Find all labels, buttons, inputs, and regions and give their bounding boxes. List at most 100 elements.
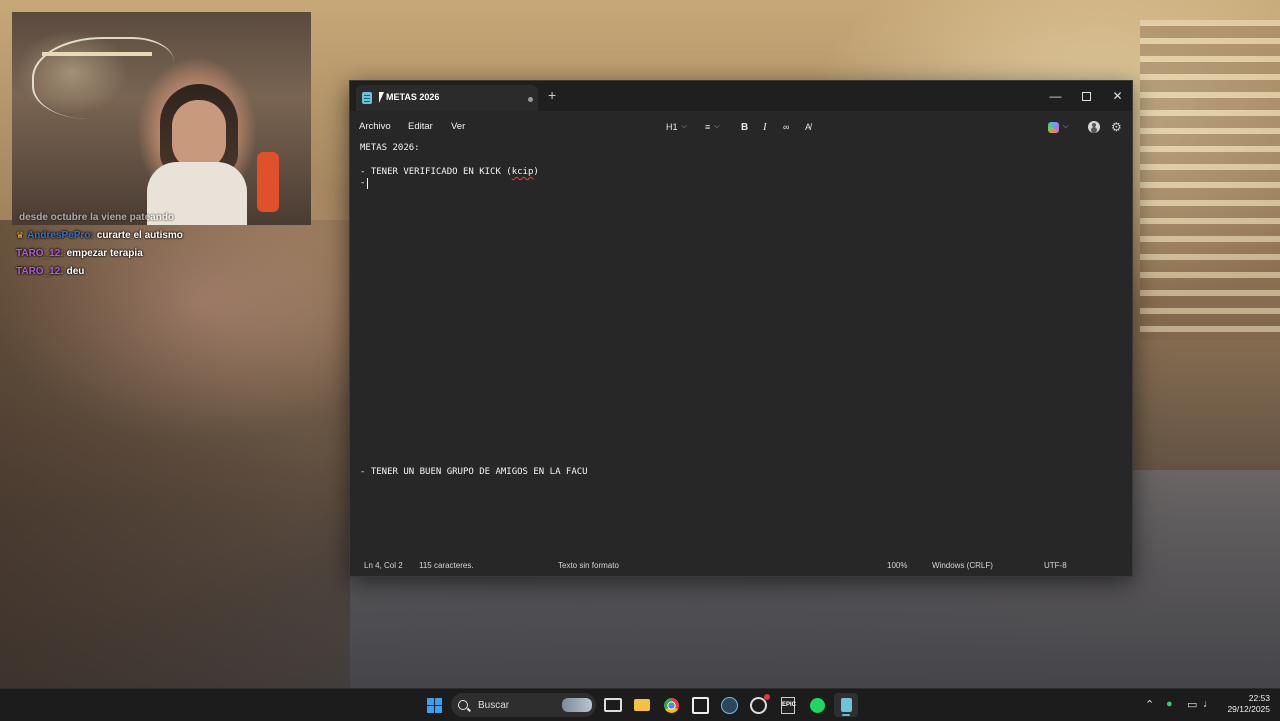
italic-icon: I	[763, 121, 767, 133]
close-icon: ✕	[1112, 89, 1123, 103]
chat-username: TARO_12:	[16, 247, 64, 259]
chevron-down-icon: ⌵	[714, 123, 720, 130]
chat-text: deu	[66, 265, 85, 277]
account-button[interactable]	[1088, 117, 1100, 137]
title-bar[interactable]: METAS 2026 + — ✕	[350, 81, 1132, 111]
task-view-icon	[604, 698, 622, 712]
network-icon[interactable]: ▭	[1187, 698, 1197, 711]
editor-text: )	[533, 167, 539, 177]
recorder-icon	[749, 693, 770, 714]
list-dropdown[interactable]: ≡ ⌵	[705, 117, 720, 137]
maximize-icon	[1082, 91, 1091, 101]
chat-message: TARO_12: deu	[16, 262, 336, 280]
file-explorer-icon	[634, 699, 650, 711]
spotify-icon	[809, 697, 825, 713]
format-mode[interactable]: Texto sin formato	[558, 561, 619, 570]
start-button[interactable]	[422, 693, 446, 717]
webcam-overlay	[12, 12, 311, 225]
chat-text: curarte el autismo	[96, 229, 183, 241]
clock-time: 22:53	[1248, 693, 1270, 703]
italic-button[interactable]: I	[763, 117, 767, 137]
misspelled-word[interactable]: kcip	[512, 167, 534, 177]
editor-line: -	[360, 178, 366, 188]
menu-ver[interactable]: Ver	[451, 121, 465, 132]
cursor-position[interactable]: Ln 4, Col 2	[364, 561, 403, 570]
search-placeholder: Buscar	[478, 699, 510, 711]
copilot-dropdown[interactable]: ⌵	[1048, 117, 1068, 137]
recorder-button[interactable]	[746, 693, 770, 717]
volume-icon[interactable]: ♩	[1203, 698, 1214, 710]
menu-archivo[interactable]: Archivo	[359, 121, 391, 132]
text-caret	[367, 178, 368, 189]
tab-title: METAS 2026	[386, 92, 440, 102]
gear-icon: ⚙	[1111, 120, 1122, 134]
search-highlight-image	[562, 698, 592, 712]
chat-username: AndresPePro:	[27, 229, 94, 241]
close-button[interactable]: ✕	[1102, 81, 1133, 111]
bold-icon: B	[741, 121, 749, 133]
taskbar-search[interactable]: Buscar	[451, 693, 596, 717]
chevron-down-icon: ⌵	[681, 123, 687, 130]
start-icon	[426, 697, 442, 713]
tray-overflow-chevron-icon[interactable]: ⌃	[1145, 698, 1154, 711]
menu-editar[interactable]: Editar	[408, 121, 433, 132]
streamer-face	[172, 100, 226, 170]
chat-username: TARO_12:	[16, 265, 64, 277]
chevron-down-icon: ⌵	[1063, 123, 1069, 130]
chat-message: TARO_12: empezar terapia	[16, 244, 336, 262]
steam-icon	[720, 696, 738, 714]
notepad-icon	[840, 698, 852, 712]
notepad-taskbar-button[interactable]	[834, 693, 858, 717]
settings-button[interactable]: ⚙	[1111, 117, 1122, 137]
fairy-lights	[32, 37, 174, 119]
menu-bar: Archivo Editar Ver H1 ⌵ ≡ ⌵ B I ∞ A̸ ⌵ ⚙	[350, 111, 1132, 143]
crown-badge-icon: ♛	[16, 229, 25, 240]
editor-line: - TENER VERIFICADO EN KICK (kcip)	[360, 167, 539, 177]
notepad-window: METAS 2026 + — ✕ Archivo Editar Ver H1 ⌵…	[349, 80, 1133, 577]
chat-message: desde octubre la viene pateando	[16, 208, 336, 226]
clear-formatting-button[interactable]: A̸	[805, 117, 811, 137]
line-endings[interactable]: Windows (CRLF)	[932, 561, 993, 570]
encoding[interactable]: UTF-8	[1044, 561, 1067, 570]
epic-games-button[interactable]: EPIC	[776, 693, 800, 717]
heading-label: H1	[666, 122, 678, 132]
maximize-button[interactable]	[1071, 81, 1102, 111]
chat-text: empezar terapia	[66, 247, 143, 259]
heading-dropdown[interactable]: H1 ⌵	[666, 117, 687, 137]
clock-date: 29/12/2025	[1227, 704, 1270, 714]
editor-line: METAS 2026:	[360, 143, 420, 153]
microphone-icon[interactable]: ●	[1166, 698, 1173, 710]
search-icon	[458, 700, 468, 710]
editor-text: - TENER VERIFICADO EN KICK (	[360, 167, 512, 177]
status-bar: Ln 4, Col 2 115 caracteres. Texto sin fo…	[350, 555, 1132, 576]
task-view-button[interactable]	[601, 693, 625, 717]
link-icon: ∞	[783, 122, 790, 132]
capcut-icon	[691, 696, 709, 714]
chrome-button[interactable]	[659, 693, 683, 717]
spotify-button[interactable]	[805, 693, 829, 717]
chat-message: ♛ AndresPePro: curarte el autismo	[16, 226, 336, 244]
chat-overlay: desde octubre la viene pateando ♛ Andres…	[16, 212, 336, 280]
microphone	[257, 152, 279, 212]
new-tab-button[interactable]: +	[548, 88, 556, 102]
link-button[interactable]: ∞	[783, 117, 789, 137]
capcut-button[interactable]	[688, 693, 712, 717]
system-clock[interactable]: 22:53 29/12/2025	[1222, 693, 1270, 715]
epic-games-icon: EPIC	[781, 696, 796, 714]
minimize-button[interactable]: —	[1040, 81, 1071, 111]
notepad-app-icon	[362, 92, 372, 104]
editor-line: - TENER UN BUEN GRUPO DE AMIGOS EN LA FA…	[360, 467, 588, 477]
wall-shelf	[42, 52, 152, 56]
file-explorer-button[interactable]	[630, 693, 654, 717]
list-icon: ≡	[705, 122, 711, 132]
taskbar: Buscar EPIC ⌃ ● ▭ ♩ 22:53 29/12/2025	[0, 688, 1280, 721]
mouse-pointer-icon	[379, 92, 384, 103]
unsaved-dot-icon[interactable]	[528, 97, 533, 102]
bold-button[interactable]: B	[741, 117, 748, 137]
zoom-level[interactable]: 100%	[887, 561, 907, 570]
window-blinds-background	[1140, 20, 1280, 340]
text-editor[interactable]: METAS 2026: - TENER VERIFICADO EN KICK (…	[350, 143, 1132, 553]
chat-text: desde octubre la viene pateando	[19, 211, 175, 223]
character-count: 115 caracteres.	[419, 561, 474, 570]
steam-button[interactable]	[717, 693, 741, 717]
